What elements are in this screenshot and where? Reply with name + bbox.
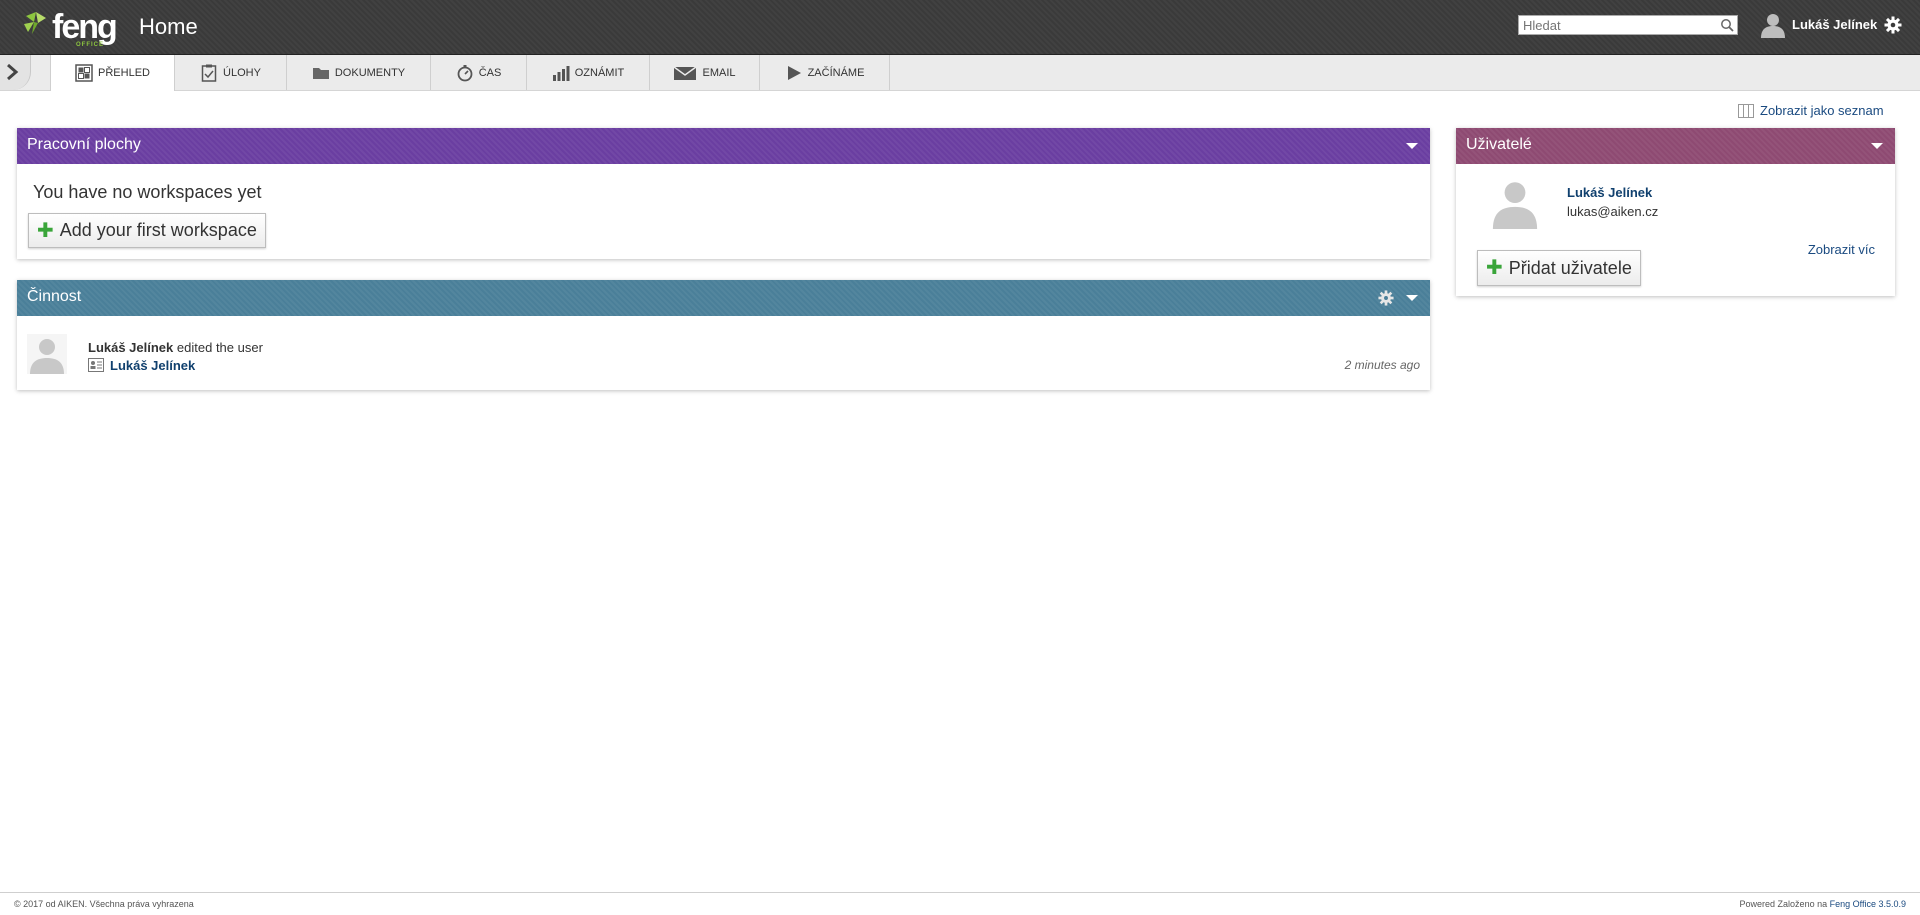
tab-label: PŘEHLED — [98, 67, 150, 79]
logo-subtext: OFFICE — [76, 42, 104, 48]
envelope-icon — [674, 65, 697, 80]
tab-email[interactable]: EMAIL — [650, 55, 760, 90]
activity-widget-title: Činnost — [27, 288, 82, 305]
plus-icon: ✚ — [37, 219, 54, 242]
page-footer: © 2017 od AIKEN. Všechna práva vyhrazena… — [0, 892, 1920, 915]
user-placeholder-avatar — [27, 334, 67, 374]
stopwatch-icon — [457, 64, 473, 81]
folder-icon — [312, 67, 329, 79]
users-widget-title: Uživatelé — [1466, 136, 1532, 153]
tab-oznamit[interactable]: OZNÁMIT — [527, 55, 650, 90]
powered-by: Powered Založeno na Feng Office 3.5.0.9 — [1740, 899, 1906, 909]
add-user-button[interactable]: ✚ Přidat uživatele — [1477, 250, 1641, 286]
dashboard-icon — [75, 64, 93, 82]
activity-timestamp: 2 minutes ago — [1344, 358, 1420, 372]
no-workspaces-text: You have no workspaces yet — [33, 182, 262, 202]
feng-office-version-link[interactable]: Feng Office 3.5.0.9 — [1830, 899, 1906, 909]
tab-label: EMAIL — [702, 66, 736, 79]
users-widget-header: Uživatelé — [1456, 128, 1895, 164]
main-tab-bar: PŘEHLED ÚLOHY DOKUMENTY ČAS OZNÁMIT EMAI… — [0, 55, 1920, 91]
columns-icon — [1738, 104, 1754, 118]
tab-dokumenty[interactable]: DOKUMENTY — [287, 55, 431, 90]
user-email: lukas@aiken.cz — [1567, 204, 1659, 219]
add-user-label: Přidat uživatele — [1508, 257, 1632, 278]
user-placeholder-avatar[interactable] — [1489, 177, 1541, 229]
current-user-name[interactable]: Lukáš Jelínek — [1792, 17, 1877, 32]
powered-by-text: Powered Založeno na — [1739, 899, 1828, 909]
tab-label: ČAS — [478, 66, 502, 79]
plus-icon: ✚ — [1486, 257, 1503, 279]
show-more-users-link[interactable]: Zobrazit víc — [1808, 242, 1875, 257]
contact-card-icon — [88, 358, 104, 372]
workspaces-widget-header: Pracovní plochy — [17, 128, 1430, 164]
activity-actor[interactable]: Lukáš Jelínek — [88, 340, 173, 355]
feng-office-logo[interactable]: feng OFFICE — [22, 6, 122, 48]
view-as-list-link[interactable]: Zobrazit jako seznam — [1738, 103, 1884, 118]
sidebar-toggle-button[interactable] — [0, 55, 31, 90]
user-name-link[interactable]: Lukáš Jelínek — [1567, 185, 1652, 200]
settings-gear-icon[interactable] — [1884, 16, 1902, 34]
tab-label: DOKUMENTY — [334, 66, 406, 79]
user-avatar-icon — [1761, 14, 1785, 38]
chevron-right-icon — [7, 63, 19, 81]
collapse-caret-icon[interactable] — [1406, 295, 1418, 301]
add-workspace-button[interactable]: ✚ Add your first workspace — [28, 213, 266, 248]
activity-widget-header: Činnost — [17, 280, 1430, 316]
tab-prehled[interactable]: PŘEHLED — [50, 55, 175, 91]
search-icon[interactable] — [1720, 18, 1734, 32]
tab-cas[interactable]: ČAS — [431, 55, 527, 90]
task-list-icon — [201, 64, 217, 82]
add-workspace-label: Add your first workspace — [59, 220, 257, 240]
view-as-list-label: Zobrazit jako seznam — [1760, 103, 1884, 118]
search-box[interactable] — [1518, 15, 1738, 35]
activity-object[interactable]: Lukáš Jelínek — [88, 358, 195, 373]
activity-widget: Činnost Lukáš Jelínek edited the user Lu… — [17, 280, 1430, 390]
activity-action: edited the user — [176, 340, 263, 355]
tab-label: ZAČÍNÁME — [807, 66, 865, 79]
activity-description: Lukáš Jelínek edited the user — [88, 340, 263, 355]
copyright-text: © 2017 od AIKEN. Všechna práva vyhrazena — [14, 899, 194, 909]
workspaces-widget-title: Pracovní plochy — [27, 136, 141, 153]
page-title: Home — [139, 14, 198, 39]
tab-label: OZNÁMIT — [574, 66, 625, 79]
tab-label: ÚLOHY — [223, 66, 261, 79]
top-header: feng OFFICE Home Lukáš Jelínek — [0, 0, 1920, 55]
play-icon — [787, 65, 801, 80]
tab-ulohy[interactable]: ÚLOHY — [175, 55, 287, 90]
logo-mark-icon — [24, 12, 46, 34]
search-input[interactable] — [1519, 16, 1717, 34]
tab-zaciname[interactable]: ZAČÍNÁME — [760, 55, 890, 90]
collapse-caret-icon[interactable] — [1406, 143, 1418, 149]
bar-chart-icon — [552, 65, 570, 81]
widget-settings-gear-icon[interactable] — [1378, 290, 1394, 306]
users-widget: Uživatelé Lukáš Jelínek lukas@aiken.cz Z… — [1456, 128, 1895, 296]
collapse-caret-icon[interactable] — [1871, 143, 1883, 149]
workspaces-widget: Pracovní plochy You have no workspaces y… — [17, 128, 1430, 259]
activity-object-link[interactable]: Lukáš Jelínek — [110, 358, 195, 373]
